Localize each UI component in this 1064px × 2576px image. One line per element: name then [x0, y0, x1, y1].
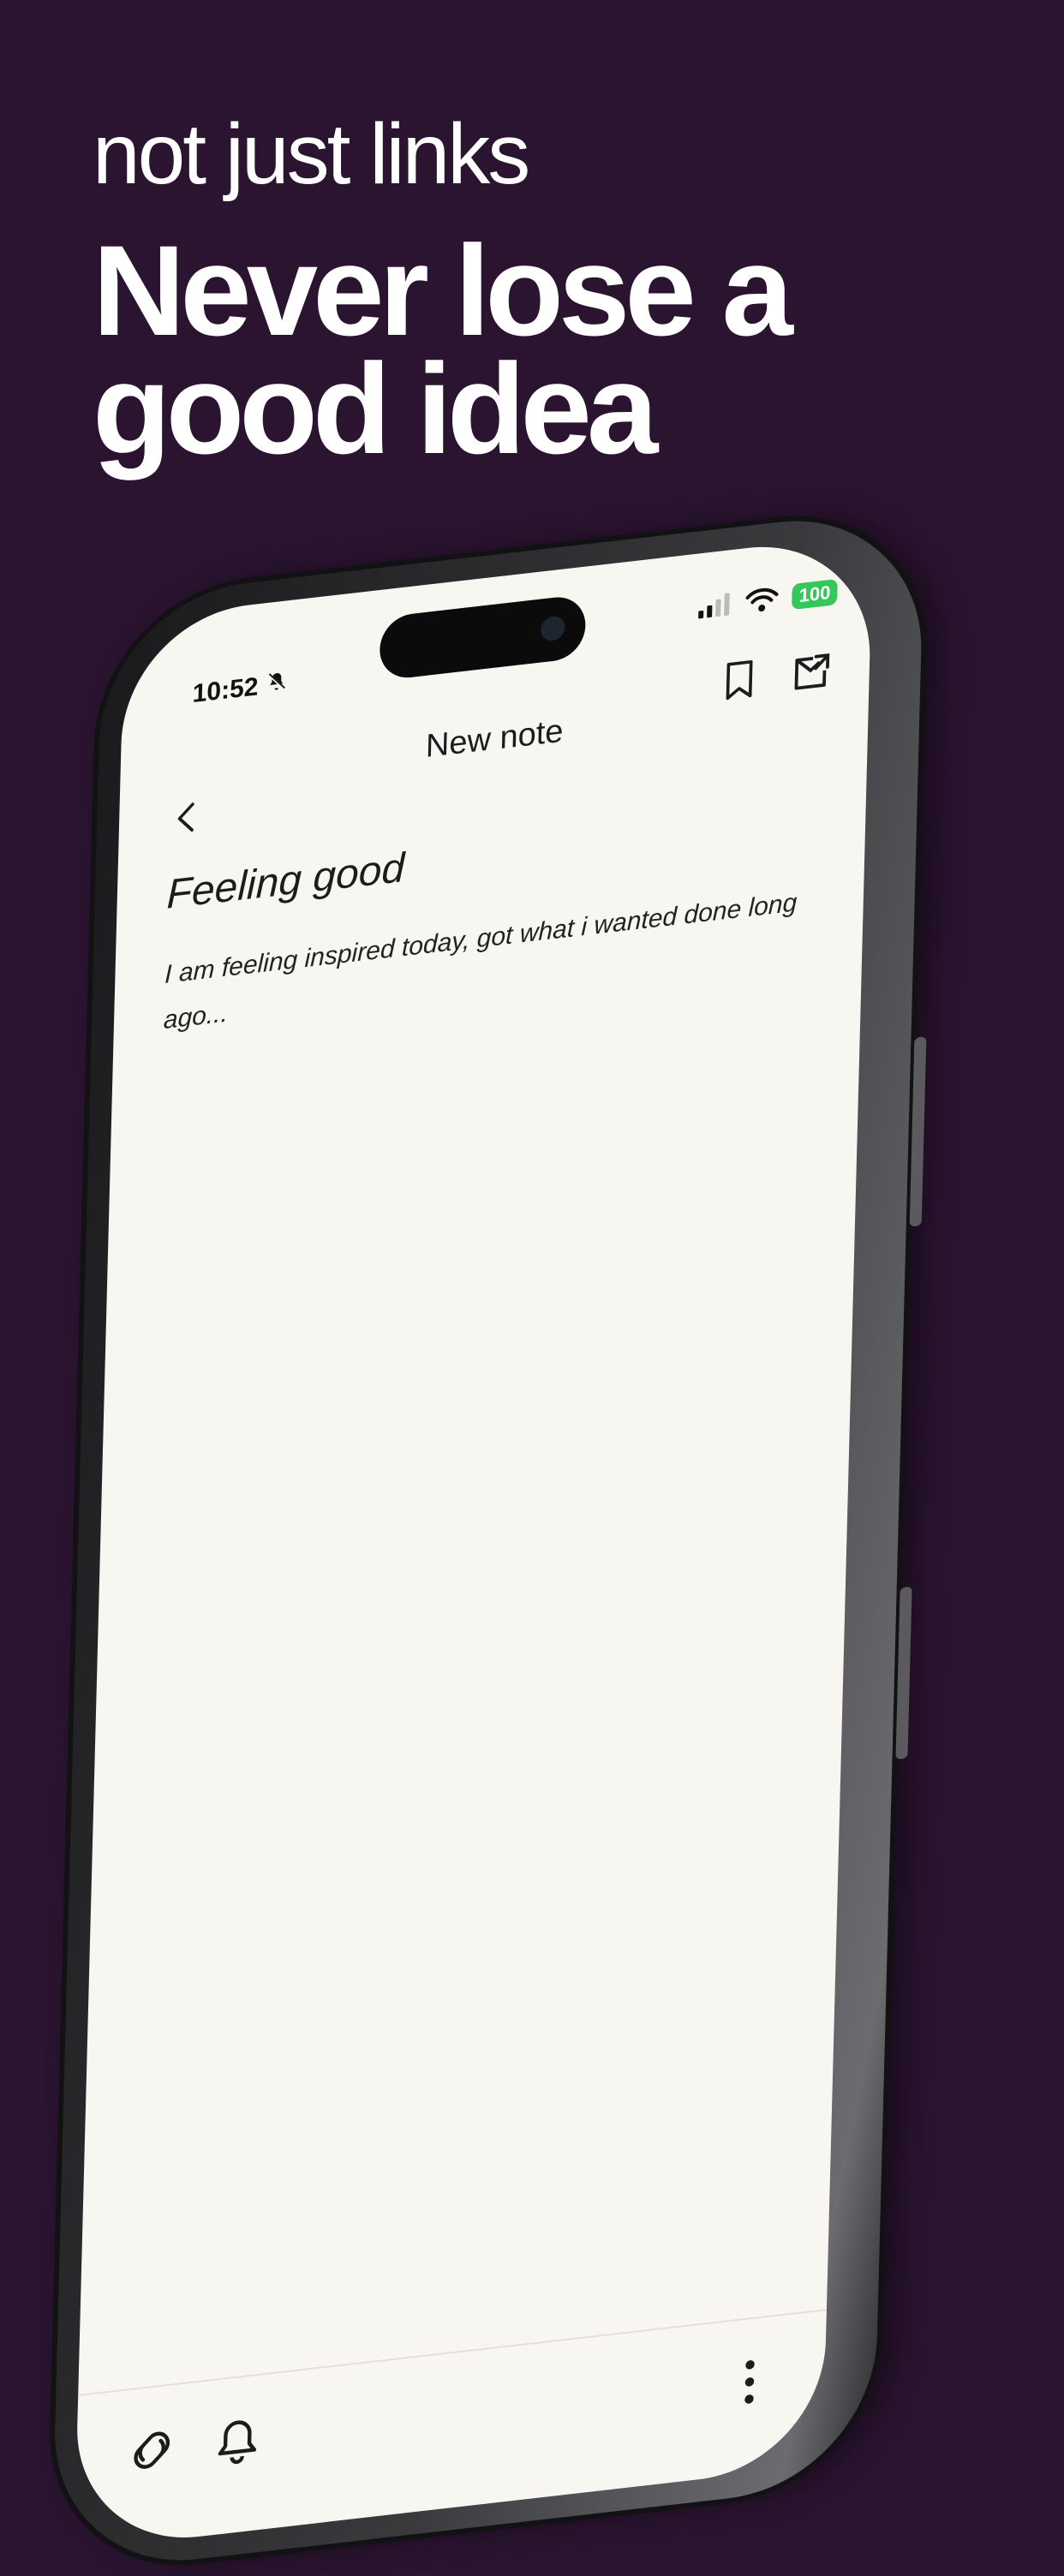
promo-subtitle: not just links [93, 106, 530, 202]
back-button[interactable] [168, 795, 203, 842]
promo-headline: Never lose a good idea [93, 218, 793, 480]
phone-mockup: 10:52 100 New note Feeling good I am fee… [51, 505, 927, 2576]
cellular-signal-icon [697, 592, 732, 620]
battery-icon: 100 [792, 578, 838, 611]
bell-icon[interactable] [214, 2414, 260, 2469]
headline-line-1: Never lose a [93, 218, 793, 362]
note-title-field[interactable]: Feeling good [166, 844, 405, 919]
status-indicators: 100 [697, 578, 838, 621]
phone-screen: 10:52 100 New note Feeling good I am fee… [74, 534, 874, 2551]
more-vertical-icon [742, 2357, 756, 2406]
status-time: 10:52 [192, 669, 288, 709]
power-button [895, 1586, 912, 1760]
back-chevron-icon [176, 802, 196, 835]
link-tag-icon[interactable] [127, 2424, 176, 2479]
headline-line-2: good idea [93, 337, 658, 480]
promo-text: not just links Never lose a good idea [93, 106, 793, 480]
bottom-toolbar-left [127, 2414, 260, 2479]
dynamic-island [379, 593, 587, 682]
wifi-icon [745, 587, 779, 614]
volume-button [909, 1036, 927, 1227]
status-time-text: 10:52 [192, 672, 259, 709]
more-options-button[interactable] [742, 2357, 757, 2411]
bell-slash-icon [266, 669, 289, 694]
